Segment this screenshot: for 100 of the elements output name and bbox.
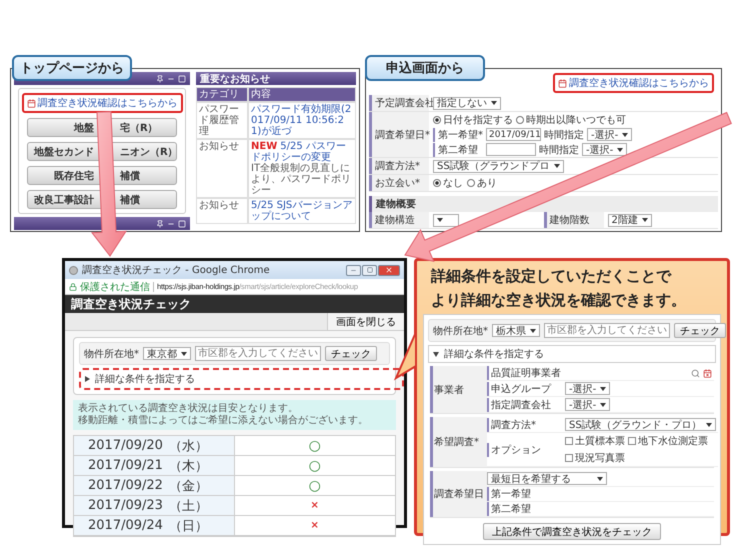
table-cell: パスワード履歴管理 — [196, 102, 248, 139]
radio-button[interactable] — [467, 179, 475, 187]
checkbox[interactable] — [565, 454, 573, 462]
maximize-icon[interactable] — [178, 74, 186, 82]
city-input[interactable]: 市区郡を入力してください — [544, 323, 670, 338]
group-label: 事業者 — [430, 366, 487, 413]
caret-icon — [642, 218, 648, 222]
radio-button[interactable] — [433, 116, 441, 124]
field-label: 第一希望 — [487, 487, 563, 501]
section-tag: トップページから — [12, 55, 132, 81]
page-header: 調査空き状況チェック — [65, 295, 404, 313]
section-tag: 申込画面から — [365, 55, 485, 81]
maximize-icon[interactable] — [178, 220, 186, 228]
radio-button[interactable] — [516, 116, 524, 124]
column-header: 内容 — [248, 87, 356, 102]
check-button[interactable]: チェック — [674, 323, 726, 338]
info-text: 表示されている調査空き状況は目安となります。 — [78, 403, 299, 414]
caret-icon — [600, 386, 606, 390]
calendar-icon — [26, 98, 36, 108]
select-field[interactable]: 2階建 — [608, 214, 652, 226]
date-cell: 2017/09/20 （水） — [74, 436, 234, 456]
group-label: 希望調査* — [430, 417, 487, 467]
city-input[interactable]: 市区郡を入力してください — [195, 346, 321, 361]
checkbox[interactable] — [565, 437, 573, 445]
menu-button[interactable]: 改良工事設計 補償 — [27, 190, 177, 209]
notice-text: IT全般規制の見直しにより、パスワードポリシー — [251, 163, 352, 196]
availability-cell: × — [234, 516, 395, 536]
maximize-button[interactable] — [362, 264, 377, 276]
menu-button[interactable]: 既存住宅 補償 — [27, 166, 177, 185]
date-field[interactable]: 2017/09/11 — [486, 128, 541, 141]
notice-link[interactable]: 5/25 SJSバージョンアップについて — [251, 200, 353, 222]
select-field[interactable]: 東京都 — [143, 347, 191, 360]
info-text: 移動距離・積雪によってはご希望に添えない場合がございます。 — [78, 415, 369, 427]
callout-text: より詳細な空き状況を確認できます。 — [430, 290, 687, 310]
caret-icon — [554, 164, 560, 168]
details-toggle[interactable]: 詳細な条件を指定する — [85, 372, 195, 386]
date-cell: 2017/09/21 （木） — [74, 456, 234, 476]
select-field[interactable]: SS試験（グラウンド・プロ） — [565, 418, 716, 431]
close-button[interactable] — [378, 264, 400, 276]
field-label: 建物構造 — [369, 212, 429, 228]
availability-link[interactable]: 調査空き状況確認はこちらから — [558, 76, 709, 90]
option-label: あり — [477, 177, 497, 190]
pin-icon[interactable] — [156, 220, 164, 228]
select-field[interactable]: 栃木県 — [492, 324, 540, 337]
caret-icon — [530, 328, 536, 332]
callout-text: 詳細条件を設定していただくことで — [430, 266, 672, 286]
select-field[interactable]: -選択- — [582, 143, 628, 156]
field-label: 物件所在地* — [84, 348, 139, 360]
field-label: 調査方法* — [369, 158, 429, 174]
check-button[interactable]: チェック — [325, 346, 377, 361]
favicon-icon — [69, 266, 78, 274]
notice-link[interactable]: パスワード有効期限(2017/09/11 10:56:21)が近づ — [251, 104, 353, 137]
select-field[interactable]: -選択- — [565, 382, 610, 395]
lock-icon — [69, 282, 77, 290]
select-field[interactable]: 指定しない — [433, 96, 501, 110]
select-field[interactable]: SS試験（グラウンドプロ — [433, 160, 564, 172]
close-screen-button[interactable]: 画面を閉じる — [327, 313, 404, 330]
option-label: 時期出以降いつでも可 — [526, 114, 626, 126]
maximize-icon — [366, 267, 372, 273]
notice-link[interactable]: NEW 5/25 パスワードポリシーの変更 — [251, 141, 353, 163]
field-label: 調査希望日* — [369, 112, 429, 157]
caret-icon — [622, 132, 628, 136]
radio-button[interactable] — [433, 179, 441, 187]
section-header: 建物概要 — [369, 196, 718, 212]
close-icon — [385, 266, 393, 274]
field-label: 第一希望* — [433, 128, 483, 142]
caret-icon — [437, 218, 443, 222]
caret-icon — [181, 352, 187, 356]
date-cell: 2017/09/23 （土） — [74, 496, 234, 516]
window-title: 調査空き状況チェック - Google Chrome — [82, 264, 270, 277]
minimize-button[interactable] — [346, 264, 361, 276]
clear-icon[interactable] — [703, 368, 712, 378]
date-field[interactable] — [486, 143, 536, 156]
caret-icon — [600, 402, 606, 406]
date-cell: 2017/09/24 （日） — [74, 516, 234, 536]
select-field[interactable] — [433, 214, 459, 226]
field-label: 時間指定 — [544, 128, 584, 142]
field-label: 時間指定 — [539, 144, 579, 156]
date-cell: 2017/09/22 （金） — [74, 476, 234, 496]
menu-button[interactable]: 地盤 宅（R） — [27, 118, 177, 137]
column-header: カテゴリ — [196, 87, 248, 102]
select-field[interactable]: -選択- — [565, 398, 610, 411]
field-label: 第二希望 — [487, 502, 563, 516]
availability-link[interactable]: 調査空き状況確認はこちらから — [26, 96, 178, 110]
option-label: 土質標本票 — [575, 434, 625, 448]
select-field[interactable]: 最短日を希望する — [487, 472, 607, 485]
pin-icon[interactable] — [156, 74, 164, 82]
availability-cell: × — [234, 496, 395, 516]
submit-button[interactable]: 上記条件で調査空き状況をチェック — [483, 523, 661, 540]
field-label: 第二希望 — [433, 142, 483, 156]
menu-button[interactable]: 地盤セカンド ニオン（R） — [27, 142, 177, 161]
checkbox[interactable] — [628, 437, 636, 445]
field-label: オプション — [487, 442, 563, 456]
details-toggle[interactable]: 詳細な条件を指定する — [433, 347, 544, 361]
field-label: 品質証明事業者 — [487, 366, 563, 380]
option-label: 現況写真票 — [575, 452, 625, 465]
select-field[interactable]: -選択- — [587, 128, 632, 141]
search-icon[interactable] — [691, 368, 700, 378]
caret-icon — [491, 101, 497, 105]
availability-cell: ○ — [234, 456, 395, 476]
